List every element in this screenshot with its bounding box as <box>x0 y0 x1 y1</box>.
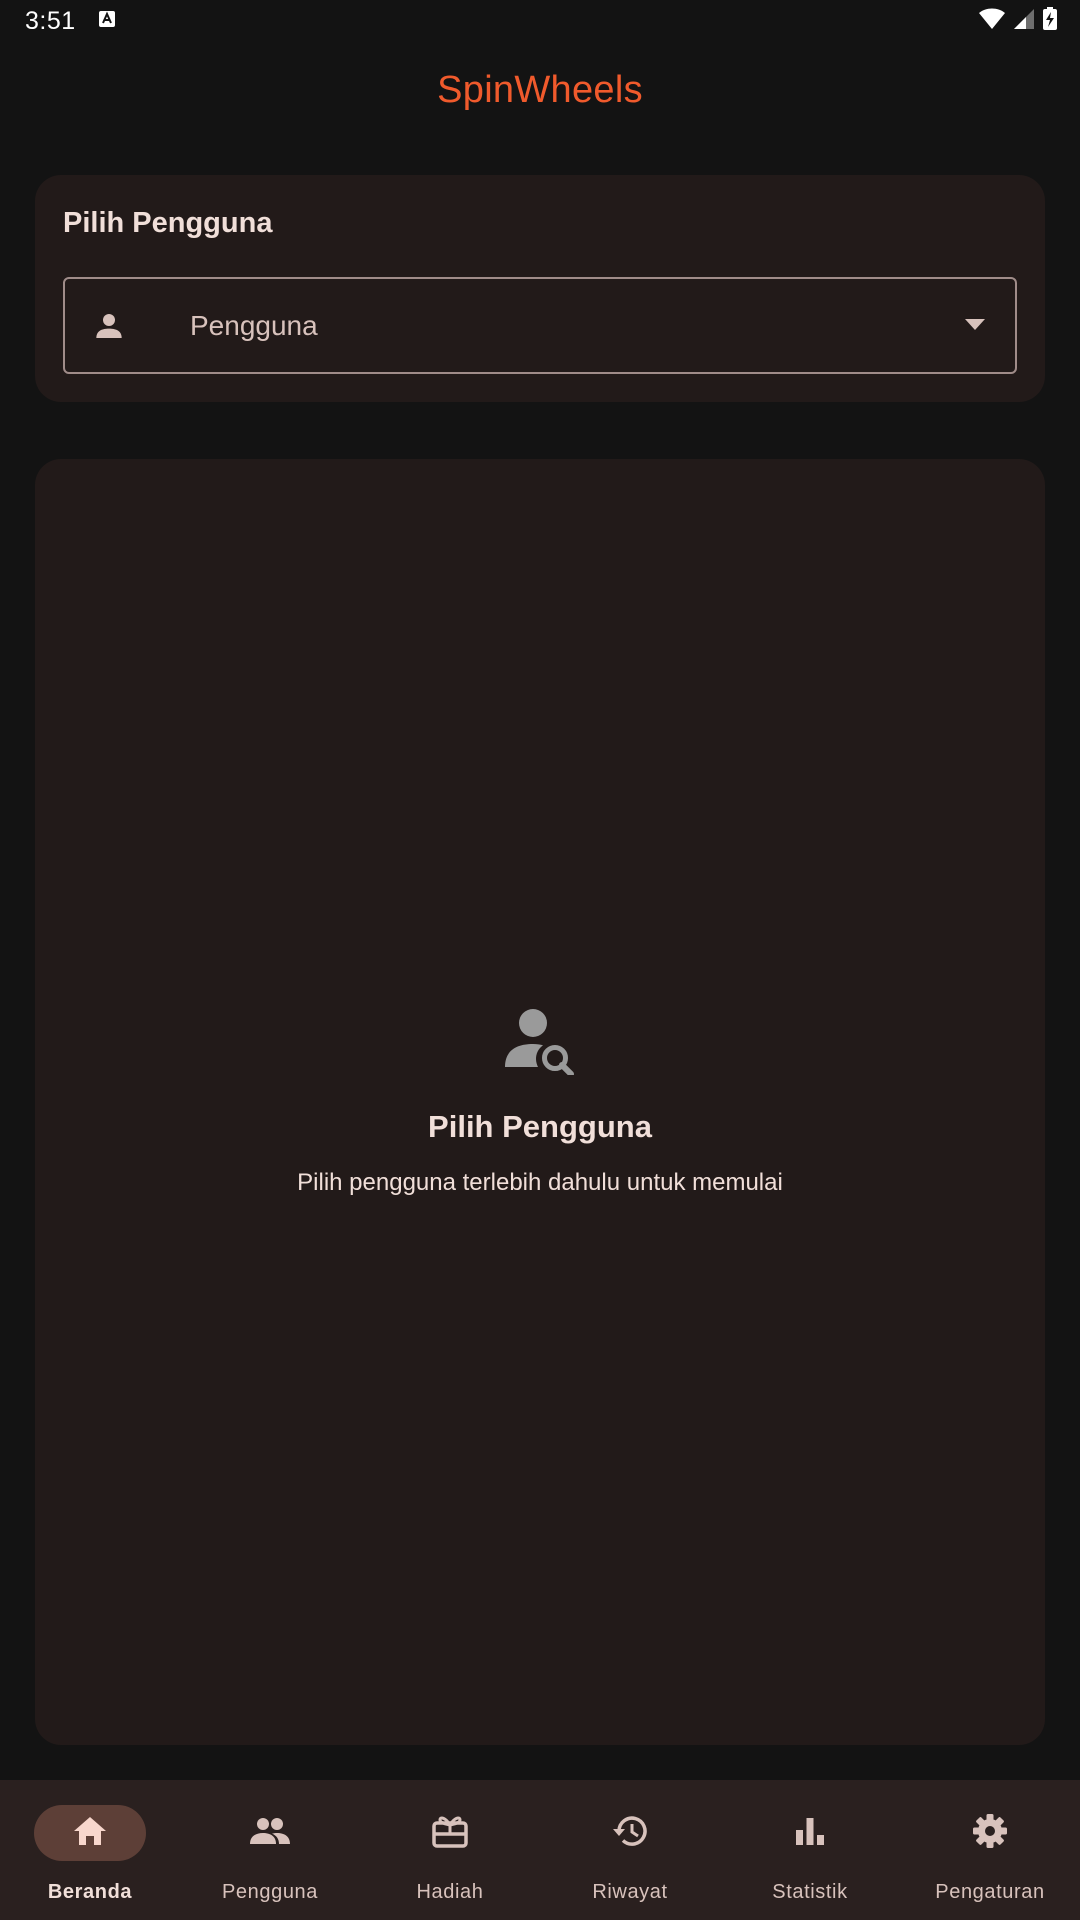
bottom-navigation: Beranda Pengguna Hadiah Riwayat Statisti… <box>0 1780 1080 1920</box>
history-icon <box>611 1814 649 1853</box>
app-bar: SpinWheels <box>0 42 1080 138</box>
nav-icon-container <box>754 1805 866 1861</box>
nav-label-pengguna: Pengguna <box>221 1881 318 1903</box>
gift-card-icon <box>432 1814 468 1853</box>
nav-active-indicator <box>34 1805 146 1861</box>
nav-label-statistik: Statistik <box>772 1881 848 1903</box>
nav-item-pengguna[interactable]: Pengguna <box>180 1780 360 1920</box>
gear-icon <box>972 1813 1008 1854</box>
user-select-card: Pilih Pengguna Pengguna <box>35 175 1045 402</box>
wifi-icon <box>978 8 1006 35</box>
bar-chart-icon <box>795 1816 825 1851</box>
home-icon <box>72 1815 108 1852</box>
nav-item-riwayat[interactable]: Riwayat <box>540 1780 720 1920</box>
keyboard-notification-icon <box>98 10 116 33</box>
cell-signal-icon <box>1012 8 1036 35</box>
battery-charging-icon <box>1042 6 1058 36</box>
nav-icon-container <box>574 1805 686 1861</box>
empty-state: Pilih Pengguna Pilih pengguna terlebih d… <box>35 1007 1045 1197</box>
nav-icon-container <box>214 1805 326 1861</box>
user-dropdown-placeholder: Pengguna <box>190 309 318 341</box>
nav-label-beranda: Beranda <box>47 1881 133 1903</box>
person-search-icon <box>503 1007 577 1077</box>
main-content-card: Pilih Pengguna Pilih pengguna terlebih d… <box>35 459 1045 1745</box>
user-dropdown[interactable]: Pengguna <box>63 277 1017 374</box>
nav-item-hadiah[interactable]: Hadiah <box>360 1780 540 1920</box>
nav-label-pengaturan: Pengaturan <box>935 1881 1045 1903</box>
nav-item-beranda[interactable]: Beranda <box>0 1780 180 1920</box>
nav-item-statistik[interactable]: Statistik <box>720 1780 900 1920</box>
nav-label-hadiah: Hadiah <box>416 1881 484 1903</box>
empty-state-title: Pilih Pengguna <box>428 1109 652 1144</box>
app-title: SpinWheels <box>437 68 643 111</box>
nav-item-pengaturan[interactable]: Pengaturan <box>900 1780 1080 1920</box>
status-bar: 3:51 <box>0 0 1080 42</box>
nav-icon-container <box>934 1805 1046 1861</box>
nav-icon-container <box>394 1805 506 1861</box>
nav-label-riwayat: Riwayat <box>592 1881 668 1903</box>
person-icon <box>93 310 125 347</box>
user-select-card-title: Pilih Pengguna <box>63 207 273 239</box>
empty-state-subtitle: Pilih pengguna terlebih dahulu untuk mem… <box>297 1169 783 1196</box>
people-icon <box>250 1817 290 1850</box>
arrow-drop-down-icon <box>965 318 985 336</box>
status-time: 3:51 <box>25 6 76 35</box>
